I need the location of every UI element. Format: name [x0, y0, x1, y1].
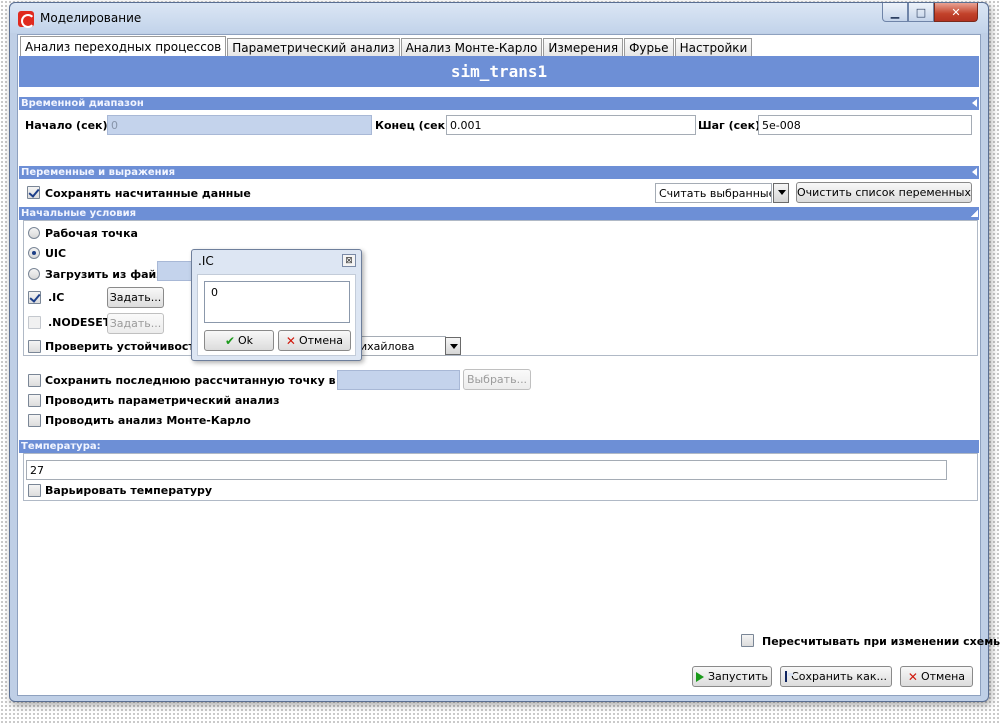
initial-conditions-panel — [23, 220, 978, 356]
minimize-button[interactable]: ▁ — [882, 3, 908, 22]
client-area: Анализ переходных процессов Параметричес… — [17, 34, 1000, 696]
save-data-label: Сохранять насчитанные данные — [45, 187, 251, 200]
run-button[interactable]: Запустить — [692, 666, 772, 687]
load-from-file-radio[interactable] — [28, 268, 40, 280]
start-time-input[interactable]: 0 — [107, 115, 372, 135]
nodeset-set-button[interactable]: Задать... — [107, 313, 164, 334]
save-data-checkbox[interactable] — [27, 186, 40, 199]
dropdown-arrow-icon[interactable] — [445, 337, 461, 355]
title-bar[interactable]: Моделирование ▁ □ ✕ — [10, 3, 988, 33]
dialog-cancel-button[interactable]: ✕ Отмена — [278, 330, 351, 351]
tab-fourier[interactable]: Фурье — [624, 38, 674, 57]
variables-mode-select[interactable]: Считать выбранные — [655, 183, 772, 203]
dialog-close-icon[interactable]: ⊠ — [342, 254, 356, 267]
dialog-cancel-label: Отмена — [298, 334, 344, 347]
collapse-arrow-icon[interactable] — [972, 99, 977, 107]
step-input[interactable]: 5e-008 — [758, 115, 972, 135]
tab-measurements[interactable]: Измерения — [543, 38, 624, 57]
corner-arrow-icon[interactable] — [971, 210, 978, 217]
save-as-button-label: Сохранить как... — [791, 670, 887, 683]
simulation-window: Моделирование ▁ □ ✕ Анализ переходных пр… — [9, 2, 1000, 702]
nodeset-checkbox[interactable] — [28, 316, 41, 329]
x-icon: ✕ — [285, 333, 296, 348]
recalc-on-change-label: Пересчитывать при изменении схемы — [762, 635, 1000, 648]
dropdown-arrow-icon[interactable] — [773, 183, 789, 203]
play-icon — [696, 671, 704, 682]
close-button[interactable]: ✕ — [934, 3, 978, 22]
window-title: Моделирование — [40, 11, 142, 25]
tab-bar: Анализ переходных процессов Параметричес… — [18, 36, 753, 57]
temperature-heading: Температура: — [21, 441, 101, 452]
vary-temperature-label: Варьировать температуру — [45, 484, 213, 497]
initial-conditions-section-header[interactable]: Начальные условия — [19, 207, 979, 220]
load-from-file-label: Загрузить из файла — [45, 268, 172, 281]
x-icon: ✕ — [907, 669, 918, 684]
variables-heading: Переменные и выражения — [21, 167, 176, 178]
uic-label: UIC — [45, 247, 67, 260]
collapse-arrow-icon[interactable] — [972, 168, 977, 176]
param-analysis-checkbox[interactable] — [28, 394, 41, 407]
ic-values-textarea[interactable]: 0 — [204, 281, 350, 323]
last-point-file-input[interactable] — [337, 370, 460, 390]
uic-radio[interactable] — [28, 247, 40, 259]
step-label: Шаг (сек): — [698, 119, 765, 132]
ic-dialog-body: 0 ✔ Ok ✕ Отмена — [197, 274, 356, 356]
ic-dialog: .IC ⊠ 0 ✔ Ok ✕ Отмена — [191, 249, 362, 361]
op-point-label: Рабочая точка — [45, 227, 138, 240]
recalc-on-change-checkbox[interactable] — [741, 634, 754, 647]
ic-set-button[interactable]: Задать... — [107, 287, 164, 308]
nodeset-label: .NODESET — [48, 316, 111, 329]
monte-carlo-checkbox[interactable] — [28, 414, 41, 427]
stability-method-select[interactable]: ихайлова — [356, 336, 446, 356]
time-range-heading: Временной диапазон — [21, 98, 144, 109]
monte-carlo-label: Проводить анализ Монте-Карло — [45, 414, 251, 427]
tab-monte-carlo[interactable]: Анализ Монте-Карло — [400, 38, 543, 57]
cancel-button[interactable]: ✕ Отмена — [900, 666, 973, 687]
initial-conditions-heading: Начальные условия — [21, 208, 136, 219]
ic-dialog-title: .IC — [198, 254, 214, 268]
stability-check-label: Проверить устойчивость в — [45, 340, 213, 353]
tab-settings[interactable]: Настройки — [674, 38, 753, 57]
floppy-disk-icon — [785, 671, 794, 682]
run-button-label: Запустить — [708, 670, 768, 683]
choose-file-button[interactable]: Выбрать... — [463, 369, 531, 390]
save-as-button[interactable]: Сохранить как... — [780, 666, 892, 687]
param-analysis-label: Проводить параметрический анализ — [45, 394, 280, 407]
simulation-name-header: sim_trans1 — [19, 56, 979, 87]
dialog-ok-label: Ok — [238, 334, 254, 347]
save-last-point-checkbox[interactable] — [28, 374, 41, 387]
op-point-radio[interactable] — [28, 227, 40, 239]
save-last-point-label: Сохранить последнюю рассчитанную точку в… — [45, 374, 374, 387]
clear-variables-button[interactable]: Очистить список переменных — [796, 182, 972, 203]
window-controls: ▁ □ ✕ — [882, 3, 978, 22]
tab-parametric-analysis[interactable]: Параметрический анализ — [227, 38, 400, 57]
stability-check-checkbox[interactable] — [28, 340, 41, 353]
cancel-button-label: Отмена — [920, 670, 966, 683]
tab-transient-analysis[interactable]: Анализ переходных процессов — [20, 36, 227, 57]
temperature-section-header: Температура: — [19, 440, 979, 453]
ic-label: .IC — [48, 291, 65, 304]
app-logo-icon — [18, 11, 35, 28]
dialog-ok-button[interactable]: ✔ Ok — [204, 330, 274, 351]
time-range-section-header[interactable]: Временной диапазон — [19, 97, 979, 110]
start-time-label: Начало (сек): — [25, 119, 112, 132]
ic-checkbox[interactable] — [28, 291, 41, 304]
variables-section-header[interactable]: Переменные и выражения — [19, 166, 979, 179]
maximize-button[interactable]: □ — [908, 3, 934, 22]
temperature-input[interactable]: 27 — [26, 460, 947, 480]
end-time-input[interactable]: 0.001 — [446, 115, 696, 135]
end-time-label: Конец (сек): — [375, 119, 455, 132]
vary-temperature-checkbox[interactable] — [28, 484, 41, 497]
checkmark-icon: ✔ — [224, 333, 236, 348]
